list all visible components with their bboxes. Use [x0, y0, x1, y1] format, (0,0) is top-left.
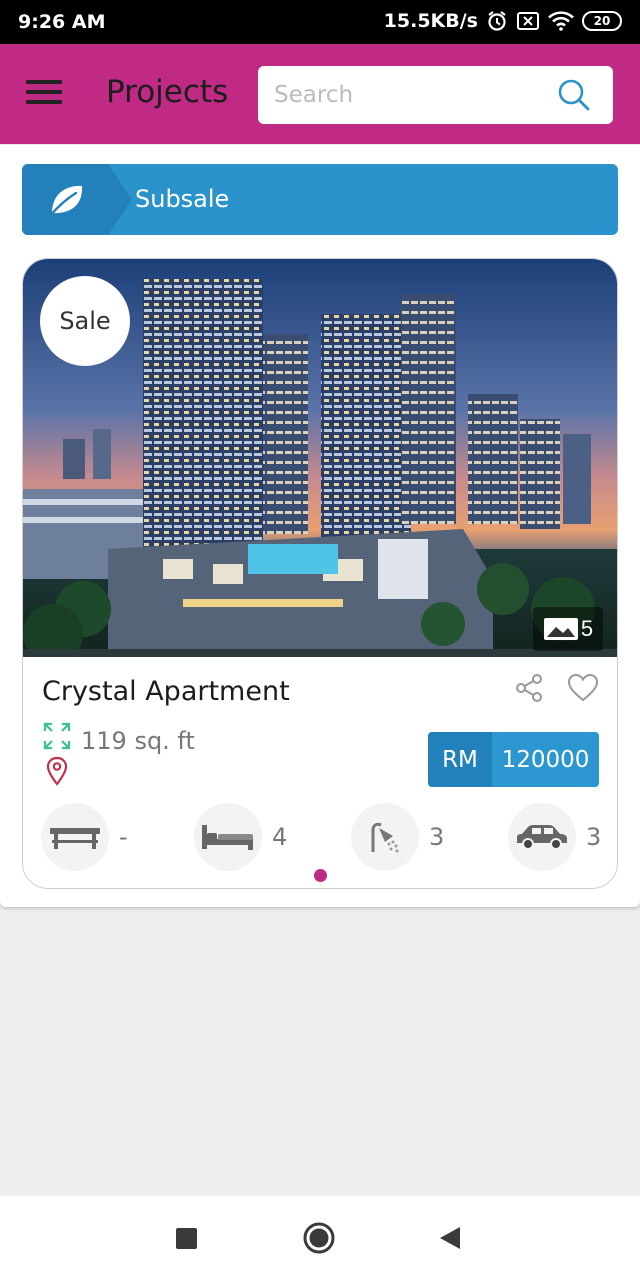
listing-card[interactable]: Sale 5 Crystal Apartment 119 sq. ft RM 1… [22, 258, 618, 889]
feature-parking: 3 [508, 803, 601, 871]
battery-indicator: 20 [582, 11, 622, 31]
photo-count-button[interactable]: 5 [533, 607, 603, 651]
category-label: Subsale [135, 185, 230, 213]
carousel-page-indicator[interactable] [314, 869, 327, 882]
price-currency: RM [428, 732, 492, 787]
feature-bedrooms: 4 [194, 803, 287, 871]
alarm-icon [488, 11, 506, 31]
sim-off-icon [517, 12, 539, 30]
expand-area-icon [43, 722, 71, 750]
shower-icon [371, 822, 399, 853]
search-box [258, 66, 613, 124]
content-panel: Subsale Sale 5 Crystal Apartment 119 sq.… [0, 145, 640, 907]
area-size: 119 sq. ft [81, 727, 195, 755]
search-input[interactable] [274, 66, 544, 124]
status-icons: 15.5KB/s 20 [384, 10, 622, 32]
page-title: Projects [106, 74, 229, 110]
share-icon[interactable] [514, 673, 544, 703]
feature-bathrooms: 3 [351, 803, 444, 871]
feature-value: 3 [586, 823, 602, 851]
feature-value: - [119, 823, 128, 851]
feature-value: 4 [272, 823, 288, 851]
table-icon [50, 828, 100, 849]
feature-value: 3 [429, 823, 445, 851]
hamburger-menu-icon[interactable] [26, 80, 62, 108]
search-icon[interactable] [557, 78, 591, 112]
wifi-icon [548, 11, 574, 31]
favorite-heart-icon[interactable] [567, 673, 599, 703]
price-tag: RM 120000 [428, 732, 599, 787]
gallery-icon [543, 618, 578, 640]
status-bar: 9:26 AM 15.5KB/s 20 [0, 0, 640, 44]
category-banner[interactable]: Subsale [22, 164, 618, 235]
square-recents-icon[interactable] [176, 1228, 197, 1249]
feature-table: - [41, 803, 128, 871]
price-value: 120000 [492, 732, 599, 787]
listing-title[interactable]: Crystal Apartment [42, 676, 290, 707]
banner-icon-block [22, 164, 132, 235]
photo-count: 5 [580, 616, 594, 641]
battery-level: 20 [593, 14, 611, 28]
app-bar: Projects [0, 44, 640, 144]
sale-badge: Sale [40, 276, 130, 366]
bed-icon [202, 825, 253, 850]
status-time: 9:26 AM [18, 11, 106, 33]
circle-home-icon[interactable] [303, 1222, 335, 1254]
network-speed: 15.5KB/s [383, 10, 478, 32]
triangle-back-icon[interactable] [438, 1225, 462, 1251]
car-icon [517, 825, 567, 850]
location-pin-icon[interactable] [45, 756, 69, 786]
